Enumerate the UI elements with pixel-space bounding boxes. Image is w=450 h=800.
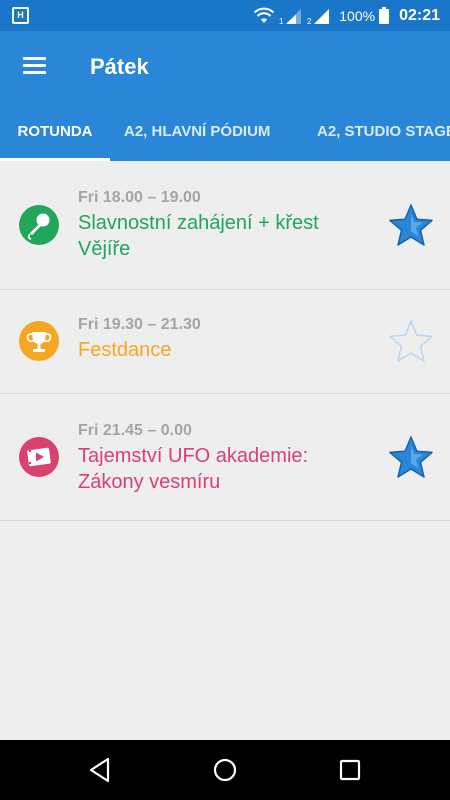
sim2-label: 2: [307, 17, 312, 25]
star-outline-icon[interactable]: [388, 319, 434, 363]
event-list: Fri 18.00 – 19.00 Slavnostní zahájení + …: [0, 161, 450, 521]
event-title: Tajemství UFO akademie: Zákony vesmíru: [78, 445, 309, 493]
status-bar: H 1 2 100% 02:21: [0, 0, 450, 31]
signal-sim1-icon: 1: [279, 8, 302, 25]
event-title: Slavnostní zahájení + křest Vějíře: [78, 212, 319, 260]
page-title: Pátek: [90, 54, 149, 79]
trophy-icon: [19, 321, 59, 361]
list-item[interactable]: Fri 21.45 – 0.00 Tajemství UFO akademie:…: [0, 394, 450, 521]
home-icon[interactable]: [210, 755, 240, 785]
event-time: Fri 18.00 – 19.00: [78, 189, 201, 206]
recent-apps-icon[interactable]: [335, 755, 365, 785]
stage-tabs: ROTUNDA A2, HLAVNÍ PÓDIUM A2, STUDIO STA…: [0, 104, 450, 161]
microphone-icon: [19, 205, 59, 245]
list-item[interactable]: Fri 19.30 – 21.30 Festdance: [0, 290, 450, 394]
event-time: Fri 21.45 – 0.00: [78, 422, 192, 439]
battery-percent: 100%: [339, 7, 376, 24]
signal-sim2-icon: 2: [307, 8, 330, 25]
hamburger-menu-icon[interactable]: [18, 53, 52, 83]
sim1-label: 1: [279, 17, 284, 25]
clock: 02:21: [399, 6, 440, 24]
tab-rotunda[interactable]: ROTUNDA: [0, 104, 110, 161]
battery-icon: [379, 7, 390, 24]
event-time: Fri 19.30 – 21.30: [78, 316, 201, 333]
navigation-bar: [0, 740, 450, 800]
star-icon[interactable]: [388, 435, 434, 479]
app-bar: Pátek: [0, 31, 450, 104]
event-title: Festdance: [78, 339, 172, 361]
wifi-icon: [254, 7, 275, 23]
list-item[interactable]: Fri 18.00 – 19.00 Slavnostní zahájení + …: [0, 161, 450, 290]
film-play-icon: [19, 437, 59, 477]
tab-a2-studio-stage[interactable]: A2, STUDIO STAGE: [317, 104, 450, 161]
back-icon[interactable]: [86, 755, 116, 785]
app-notification-icon: H: [12, 7, 29, 24]
star-icon[interactable]: [388, 203, 434, 247]
tab-a2-hlavni-podium[interactable]: A2, HLAVNÍ PÓDIUM: [124, 104, 270, 161]
